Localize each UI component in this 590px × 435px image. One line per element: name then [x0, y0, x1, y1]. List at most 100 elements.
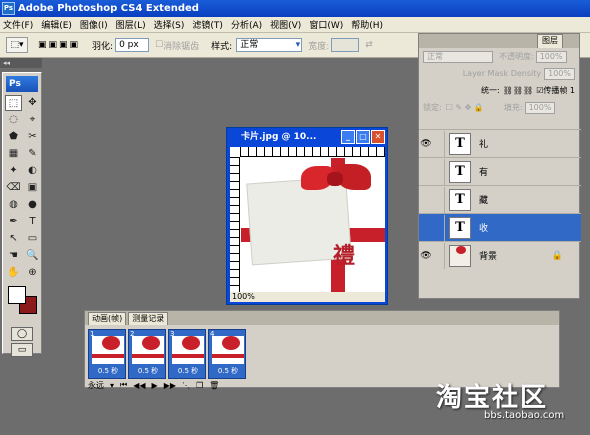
ps-app-icon: Ps	[2, 2, 15, 15]
selection-mode-icons[interactable]: ▣▣▣▣	[38, 40, 80, 50]
style-select[interactable]: 正常 ▾	[236, 38, 303, 52]
menu-window[interactable]: 窗口(W)	[309, 18, 343, 31]
close-button[interactable]: ✕	[371, 130, 385, 144]
menu-select[interactable]: 选择(S)	[154, 18, 185, 31]
document-titlebar[interactable]: 卡片.jpg @ 10... _ □ ✕	[227, 128, 387, 146]
fill-input[interactable]: 100%	[524, 101, 556, 114]
frame-delay[interactable]: 0.5 秒	[89, 366, 127, 376]
menu-edit[interactable]: 编辑(E)	[41, 18, 72, 31]
crop-tool-icon[interactable]: ⬟	[5, 129, 22, 145]
menu-help[interactable]: 帮助(H)	[351, 18, 383, 31]
history-brush-tool-icon[interactable]: ◐	[24, 163, 41, 179]
eyedropper-tool-icon[interactable]: ✂	[24, 129, 41, 145]
frame-delay[interactable]: 0.5 秒	[169, 366, 207, 376]
notes-tool-icon[interactable]: ☚	[5, 248, 22, 264]
3d-rotate-tool-icon[interactable]: ⊕	[24, 265, 41, 281]
image-canvas[interactable]: 禮	[241, 158, 385, 292]
layer-row[interactable]: T 有	[419, 157, 581, 185]
eye-icon[interactable]: 👁	[419, 251, 433, 261]
marquee-tool-icon[interactable]: ⬚	[5, 95, 22, 111]
eye-icon[interactable]: 👁	[419, 139, 433, 149]
menu-file[interactable]: 文件(F)	[3, 18, 33, 31]
type-tool-icon[interactable]: T	[24, 214, 41, 230]
type-layer-thumb: T	[449, 216, 471, 239]
maximize-button[interactable]: □	[356, 130, 370, 144]
blend-mode-select[interactable]: 正常	[423, 50, 493, 63]
loop-select[interactable]: 永远	[88, 380, 104, 391]
background-layer-thumb	[449, 244, 471, 267]
layers-panel: 图层 正常 不透明度: 100% Layer Mask Density 100%…	[418, 33, 581, 299]
marquee-tool-preset-icon[interactable]: ⬚▾	[6, 37, 28, 53]
screen-mode-button[interactable]: ▭	[11, 343, 33, 357]
layer-row[interactable]: T 藏	[419, 185, 581, 213]
opacity-input[interactable]: 100%	[535, 50, 567, 63]
frame-delay[interactable]: 0.5 秒	[209, 366, 247, 376]
layer-row[interactable]: 👁 T 礼	[419, 129, 581, 157]
menu-layer[interactable]: 图层(L)	[116, 18, 146, 31]
style-label: 样式:	[211, 41, 233, 52]
animation-frame[interactable]: 2 0.5 秒	[128, 329, 166, 379]
document-window[interactable]: 卡片.jpg @ 10... _ □ ✕ 禮 100%	[226, 127, 388, 305]
brush-tool-icon[interactable]: ✎	[24, 146, 41, 162]
animation-frame[interactable]: 3 0.5 秒	[168, 329, 206, 379]
chevron-down-icon[interactable]: ▾	[110, 381, 114, 390]
zoom-tool-icon[interactable]: 🔍	[24, 248, 41, 264]
menu-filter[interactable]: 滤镜(T)	[192, 18, 223, 31]
menu-analysis[interactable]: 分析(A)	[231, 18, 262, 31]
menu-bar: 文件(F) 编辑(E) 图像(I) 图层(L) 选择(S) 滤镜(T) 分析(A…	[0, 17, 590, 33]
animation-frame[interactable]: 1 0.5 秒	[88, 329, 126, 379]
feather-input[interactable]: 0 px	[115, 38, 150, 52]
animation-frame[interactable]: 4 0.5 秒	[208, 329, 246, 379]
path-selection-tool-icon[interactable]: ↖	[5, 231, 22, 247]
lasso-tool-icon[interactable]: ◌	[5, 112, 22, 128]
tween-icon[interactable]: ⋱	[182, 381, 190, 390]
frame-delay[interactable]: 0.5 秒	[129, 366, 167, 376]
gradient-tool-icon[interactable]: ▣	[24, 180, 41, 196]
type-layer-thumb: T	[449, 160, 471, 183]
layer-mask-density-input[interactable]: 100%	[544, 67, 575, 80]
tab-measurement-log[interactable]: 测量记录	[128, 312, 169, 325]
unify-icons[interactable]: ⛓⛓⛓	[503, 86, 533, 95]
width-label: 宽度:	[308, 41, 330, 52]
tab-layers[interactable]: 图层	[537, 34, 563, 48]
hand-tool-icon[interactable]: ✋	[5, 265, 22, 281]
move-tool-icon[interactable]: ✥	[24, 95, 41, 111]
quick-mask-button[interactable]: ◯	[11, 327, 33, 341]
delete-frame-icon[interactable]: 🗑	[209, 381, 219, 390]
eraser-tool-icon[interactable]: ⌫	[5, 180, 22, 196]
menu-image[interactable]: 图像(I)	[80, 18, 108, 31]
zoom-level[interactable]: 100%	[232, 292, 255, 301]
layer-mask-density-label: Layer Mask Density	[462, 69, 542, 78]
frame-thumbnail	[172, 336, 204, 364]
layer-row-selected[interactable]: T 收	[419, 213, 581, 241]
layer-row[interactable]: 👁 背景 🔒	[419, 241, 581, 269]
minimize-button[interactable]: _	[341, 130, 355, 144]
antialias-checkbox[interactable]: ☐	[155, 40, 163, 50]
type-layer-thumb: T	[449, 132, 471, 155]
mask-density-row: Layer Mask Density 100%	[419, 65, 579, 82]
prev-frame-icon[interactable]: ◀◀	[133, 381, 145, 390]
first-frame-icon[interactable]: ⏮	[120, 380, 127, 390]
next-frame-icon[interactable]: ▶▶	[164, 381, 176, 390]
ribbon-bow	[301, 158, 371, 202]
lock-icons[interactable]: ☐ ✎ ✥ 🔒	[446, 103, 484, 112]
magic-wand-tool-icon[interactable]: ⌖	[24, 112, 41, 128]
menu-view[interactable]: 视图(V)	[270, 18, 301, 31]
toolbox-grip[interactable]: ◂◂	[0, 58, 42, 68]
lock-icon: 🔒	[551, 250, 563, 261]
clone-stamp-tool-icon[interactable]: ✦	[5, 163, 22, 179]
swap-icon: ⇄	[365, 40, 373, 50]
pen-tool-icon[interactable]: ✒	[5, 214, 22, 230]
duplicate-frame-icon[interactable]: ❐	[196, 381, 203, 390]
tab-animation-frames[interactable]: 动画(帧)	[88, 312, 127, 325]
width-input[interactable]	[331, 38, 360, 52]
healing-brush-tool-icon[interactable]: ▦	[5, 146, 22, 162]
play-icon[interactable]: ▶	[152, 381, 158, 390]
foreground-color-swatch[interactable]	[8, 286, 26, 304]
rectangle-tool-icon[interactable]: ▭	[24, 231, 41, 247]
propagate-checkbox[interactable]: ☑	[536, 86, 543, 95]
dodge-tool-icon[interactable]: ●	[24, 197, 41, 213]
animation-panel-tabs: 动画(帧) 测量记录	[85, 311, 559, 325]
blur-tool-icon[interactable]: ◍	[5, 197, 22, 213]
document-title: 卡片.jpg @ 10...	[241, 132, 317, 142]
